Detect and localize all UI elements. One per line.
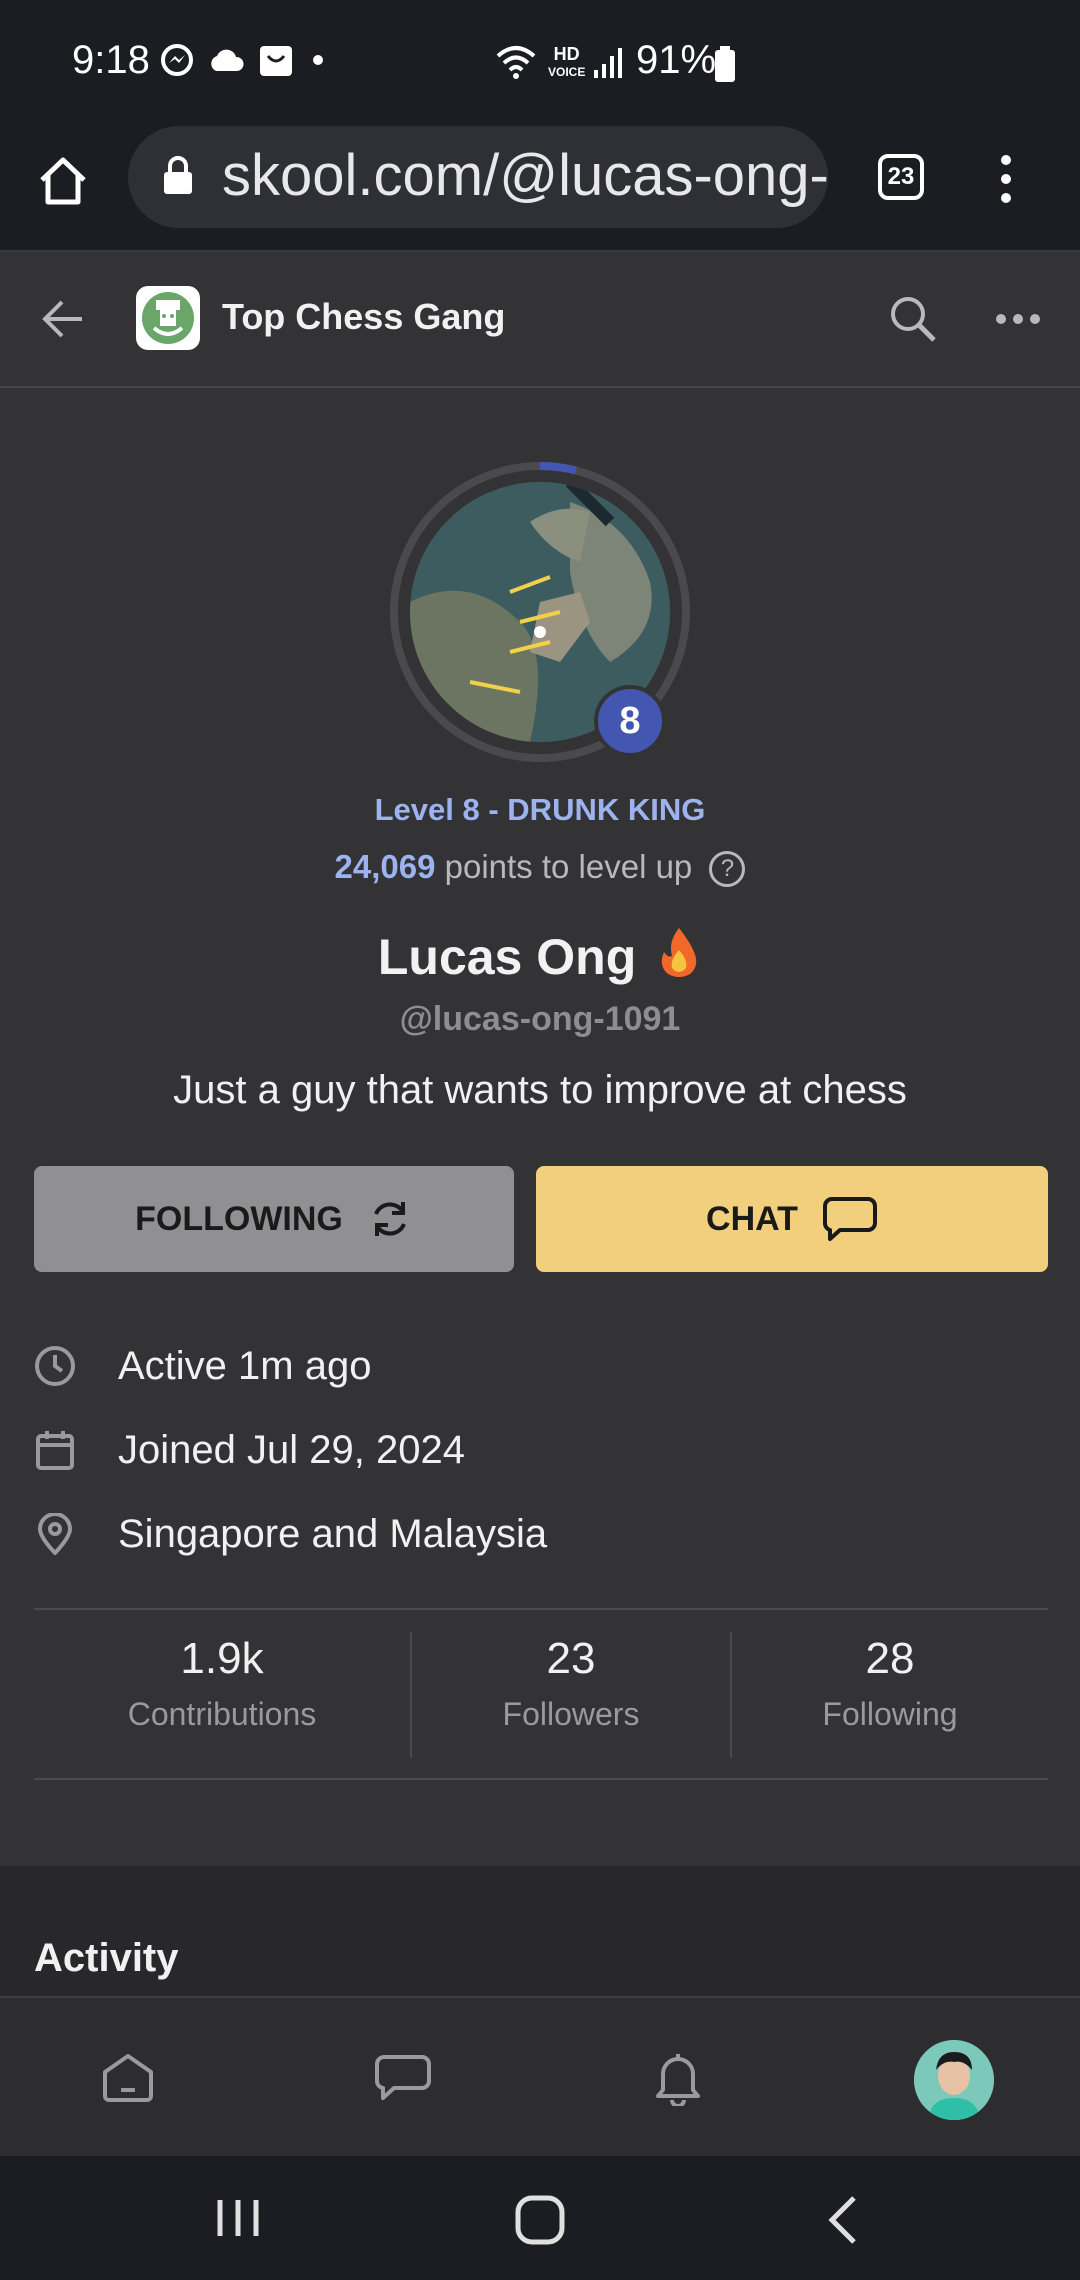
search-icon[interactable] [888, 294, 938, 344]
profile-name-text: Lucas Ong [377, 929, 637, 985]
battery-percent: 91% [636, 38, 717, 82]
group-logo[interactable] [136, 286, 200, 350]
chat-button[interactable]: CHAT [536, 1166, 1048, 1272]
user-photo [914, 2040, 994, 2120]
back-icon[interactable] [822, 2194, 862, 2246]
points-value: 24,069 [334, 848, 436, 885]
fire-emoji-icon [661, 928, 697, 977]
profile-stats: 1.9k Contributions 23 Followers 28 Follo… [34, 1608, 1048, 1780]
stat-label: Following [822, 1696, 958, 1732]
recent-apps-icon[interactable] [214, 2196, 262, 2240]
system-nav-bar [0, 2156, 1080, 2280]
refresh-icon [374, 1202, 406, 1236]
bell-icon [656, 2054, 700, 2106]
activity-title: Activity [34, 1936, 179, 1980]
url-text: skool.com/@lucas-ong-1091 [222, 143, 828, 208]
active-status: Active 1m ago [118, 1343, 372, 1388]
group-name[interactable]: Top Chess Gang [222, 296, 505, 338]
stat-label: Contributions [127, 1696, 317, 1732]
nav-chat[interactable] [363, 2038, 443, 2118]
hd-voice-icon: HD VOICE [548, 44, 586, 79]
clock-icon [35, 1346, 75, 1386]
tab-switcher-button[interactable]: 23 [878, 154, 924, 200]
nav-profile-avatar[interactable] [914, 2040, 994, 2120]
back-arrow-icon[interactable] [40, 296, 86, 342]
chess-rook-icon [142, 292, 194, 344]
dot-icon [313, 55, 323, 65]
activity-section: Activity [0, 1866, 1080, 1996]
profile-handle: @lucas-ong-1091 [399, 1000, 681, 1038]
wifi-icon [496, 46, 536, 79]
notification-icons [160, 42, 328, 78]
info-active: Active 1m ago [34, 1336, 371, 1396]
stat-followers[interactable]: 23 Followers [412, 1634, 730, 1733]
location-text: Singapore and Malaysia [118, 1511, 548, 1556]
messenger-icon [161, 44, 193, 76]
chat-bubble-icon [822, 1197, 877, 1241]
chat-bubble-icon [374, 2055, 431, 2100]
home-button-icon[interactable] [514, 2194, 566, 2246]
battery-icon [715, 46, 735, 82]
stat-label: Followers [502, 1696, 640, 1732]
browser-toolbar: skool.com/@lucas-ong-1091 23 [0, 126, 1080, 252]
following-button-label: FOLLOWING [135, 1199, 343, 1238]
stat-value: 23 [546, 1634, 596, 1683]
stat-contributions[interactable]: 1.9k Contributions [34, 1634, 410, 1733]
location-pin-icon [37, 1513, 73, 1555]
cloud-icon [211, 49, 244, 71]
status-time: 9:18 [72, 38, 150, 82]
shopping-bag-icon [260, 46, 292, 76]
app-header: Top Chess Gang [0, 252, 1080, 388]
info-joined: Joined Jul 29, 2024 [34, 1420, 465, 1480]
joined-date: Joined Jul 29, 2024 [118, 1427, 465, 1472]
level-label: Level 8 - DRUNK KING [374, 792, 706, 827]
help-icon[interactable]: ? [709, 851, 746, 888]
info-location: Singapore and Malaysia [34, 1504, 547, 1564]
nav-home[interactable] [88, 2038, 168, 2118]
profile-name: Lucas Ong [0, 926, 1080, 986]
stat-value: 28 [865, 1634, 915, 1683]
bottom-nav [0, 1996, 1080, 2156]
chat-button-label: CHAT [706, 1199, 798, 1238]
profile-bio: Just a guy that wants to improve at ches… [173, 1068, 907, 1112]
more-menu-icon[interactable] [990, 154, 1022, 204]
points-to-level-up: 24,069 points to level up ? [0, 848, 1080, 888]
points-suffix: points to level up [444, 848, 693, 885]
level-badge: 8 [594, 685, 666, 757]
stat-value: 1.9k [180, 1634, 264, 1683]
home-icon [103, 2054, 153, 2102]
lock-icon [164, 156, 192, 194]
more-options-icon[interactable] [994, 310, 1042, 328]
signal-icon [594, 48, 622, 78]
following-button[interactable]: FOLLOWING [34, 1166, 514, 1272]
url-bar[interactable]: skool.com/@lucas-ong-1091 [128, 126, 828, 228]
stat-following[interactable]: 28 Following [732, 1634, 1048, 1733]
calendar-icon [36, 1431, 74, 1470]
status-bar: 9:18 HD VOICE 91% [0, 0, 1080, 126]
home-icon[interactable] [36, 154, 90, 208]
nav-notifications[interactable] [638, 2038, 718, 2118]
